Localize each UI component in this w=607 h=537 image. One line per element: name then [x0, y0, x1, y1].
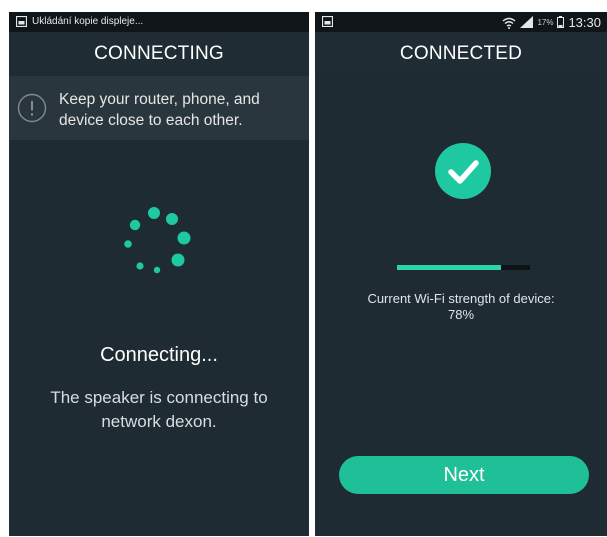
screenshot-stage: Ukládání kopie displeje... CONNECTING Ke…	[0, 0, 607, 537]
connected-screen: 17% 13:30 CONNECTED Current Wi-Fi streng…	[315, 12, 607, 536]
page-title: CONNECTING	[9, 32, 309, 76]
wifi-strength-value: 78%	[447, 307, 475, 322]
checkmark-icon	[435, 143, 491, 199]
tip-text: Keep your router, phone, and device clos…	[59, 91, 260, 129]
wifi-strength-label: Current Wi-Fi strength of device:	[367, 291, 555, 306]
wifi-strength-bar	[397, 265, 530, 270]
status-bar-indicators: 17% 13:30	[502, 14, 601, 30]
status-bar: Ukládání kopie displeje...	[9, 12, 309, 32]
status-bar: 17% 13:30	[315, 12, 607, 32]
loading-spinner-icon	[124, 207, 191, 274]
signal-icon	[520, 16, 534, 28]
notification-text: Ukládání kopie displeje...	[32, 16, 144, 27]
wifi-strength-fill	[397, 265, 501, 270]
wifi-strength-text: Current Wi-Fi strength of device: 78%	[315, 291, 607, 323]
connecting-screen: Ukládání kopie displeje... CONNECTING Ke…	[9, 12, 309, 536]
wifi-icon	[502, 17, 516, 29]
info-exclamation-icon	[17, 93, 47, 123]
battery-percent: 17%	[537, 17, 554, 27]
next-button[interactable]: Next	[339, 456, 589, 494]
page-title: CONNECTED	[315, 32, 607, 76]
clock: 13:30	[568, 14, 601, 30]
screenshot-icon	[16, 16, 27, 27]
battery-icon	[557, 16, 565, 28]
tip-banner: Keep your router, phone, and device clos…	[9, 76, 309, 140]
connecting-status-description: The speaker is connecting to network dex…	[50, 388, 268, 431]
connecting-status-title: Connecting...	[100, 344, 218, 366]
screenshot-icon	[322, 16, 333, 27]
